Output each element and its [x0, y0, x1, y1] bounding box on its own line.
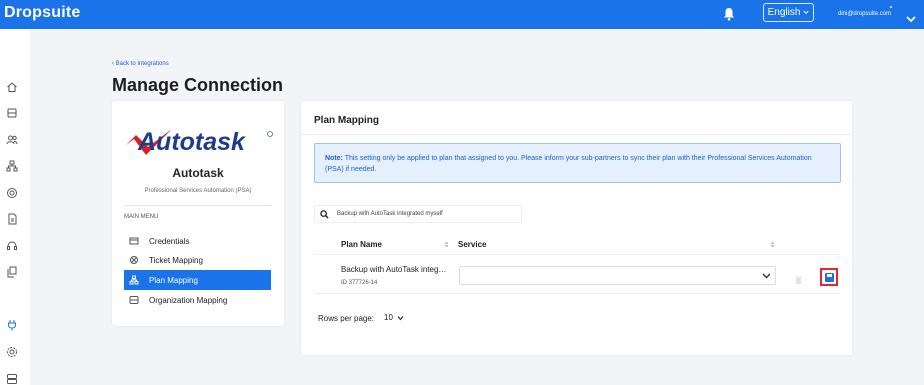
sidebar: [0, 29, 30, 385]
backup-icon[interactable]: [6, 106, 18, 118]
copy-icon[interactable]: [6, 265, 18, 278]
note-label: Note:: [325, 155, 343, 162]
sort-icon[interactable]: [770, 241, 775, 248]
users-icon[interactable]: [6, 133, 18, 145]
delete-icon[interactable]: [795, 271, 802, 284]
table-header: Plan Name Service: [314, 235, 841, 255]
plan-id: ID 377726-14: [341, 280, 378, 286]
search-input[interactable]: Backup with AutoTask integrated myself: [314, 205, 522, 223]
service-select[interactable]: [459, 266, 776, 285]
rows-per-page-label: Rows per page:: [318, 314, 375, 323]
chevron-down-icon: [803, 10, 810, 14]
bell-icon[interactable]: [723, 7, 735, 21]
rows-per-page-select[interactable]: 10: [384, 313, 404, 322]
plan-mapping-card: Plan Mapping Note: This setting only be …: [301, 101, 852, 355]
save-button[interactable]: [820, 268, 838, 286]
integrations-icon[interactable]: [6, 318, 18, 331]
note-banner: Note: This setting only be applied to pl…: [314, 143, 841, 183]
divider: [301, 134, 852, 135]
autotask-logo: Autotask: [124, 125, 274, 157]
rows-per-page-value: 10: [384, 313, 393, 322]
back-to-integrations-link[interactable]: ‹ Back to Integrations: [112, 61, 169, 67]
plan-icon: [129, 275, 139, 285]
column-plan-name[interactable]: Plan Name: [341, 240, 382, 249]
gear-icon[interactable]: [6, 345, 18, 357]
servers-icon[interactable]: [6, 372, 18, 384]
integration-name: Autotask: [172, 166, 224, 180]
section-title: Plan Mapping: [314, 115, 379, 126]
top-bar: Dropsuite English dini@dropsuite.com: [0, 0, 924, 29]
main-menu-title: MAIN MENU: [124, 214, 159, 220]
org-chart-icon[interactable]: [6, 159, 18, 172]
chevron-down-icon: [762, 273, 771, 279]
table-row: Backup with AutoTask integ… ID 377726-14: [314, 256, 841, 294]
dropsuite-logo[interactable]: Dropsuite: [4, 4, 80, 22]
user-menu-chevron-icon[interactable]: [906, 10, 916, 23]
chevron-down-icon: [397, 315, 404, 320]
credentials-icon: [129, 236, 139, 246]
page-title: Manage Connection: [112, 75, 284, 95]
organization-icon: [129, 295, 139, 305]
menu-item-label: Plan Mapping: [149, 275, 198, 285]
menu-item-ticket-mapping[interactable]: Ticket Mapping: [124, 250, 271, 270]
divider: [124, 205, 271, 206]
column-service[interactable]: Service: [458, 240, 486, 249]
menu-item-label: Credentials: [149, 236, 190, 246]
note-text: This setting only be applied to plan tha…: [325, 155, 812, 173]
language-selector[interactable]: English: [763, 3, 814, 22]
status-dot: [890, 6, 892, 8]
support-icon[interactable]: [6, 239, 18, 251]
ticket-icon: [129, 255, 139, 265]
settings-ring-icon[interactable]: [6, 186, 18, 198]
plan-name: Backup with AutoTask integ…: [341, 265, 447, 274]
user-email[interactable]: dini@dropsuite.com: [838, 11, 891, 17]
menu-item-label: Organization Mapping: [149, 295, 228, 305]
svg-text:Autotask: Autotask: [137, 128, 246, 156]
save-icon: [824, 272, 834, 282]
search-icon: [320, 209, 329, 219]
integration-subtitle: Professional Services Automation (PSA): [144, 188, 252, 194]
report-icon[interactable]: [6, 212, 18, 225]
language-label: English: [767, 7, 801, 18]
search-value: Backup with AutoTask integrated myself: [337, 211, 443, 217]
sort-icon[interactable]: [444, 241, 449, 248]
home-icon[interactable]: [6, 80, 18, 92]
menu-item-label: Ticket Mapping: [149, 255, 203, 265]
menu-item-plan-mapping[interactable]: Plan Mapping: [124, 270, 271, 290]
menu-item-organization-mapping[interactable]: Organization Mapping: [124, 290, 271, 310]
integration-card: Autotask Autotask Professional Services …: [112, 101, 284, 326]
menu-item-credentials[interactable]: Credentials: [124, 231, 271, 251]
